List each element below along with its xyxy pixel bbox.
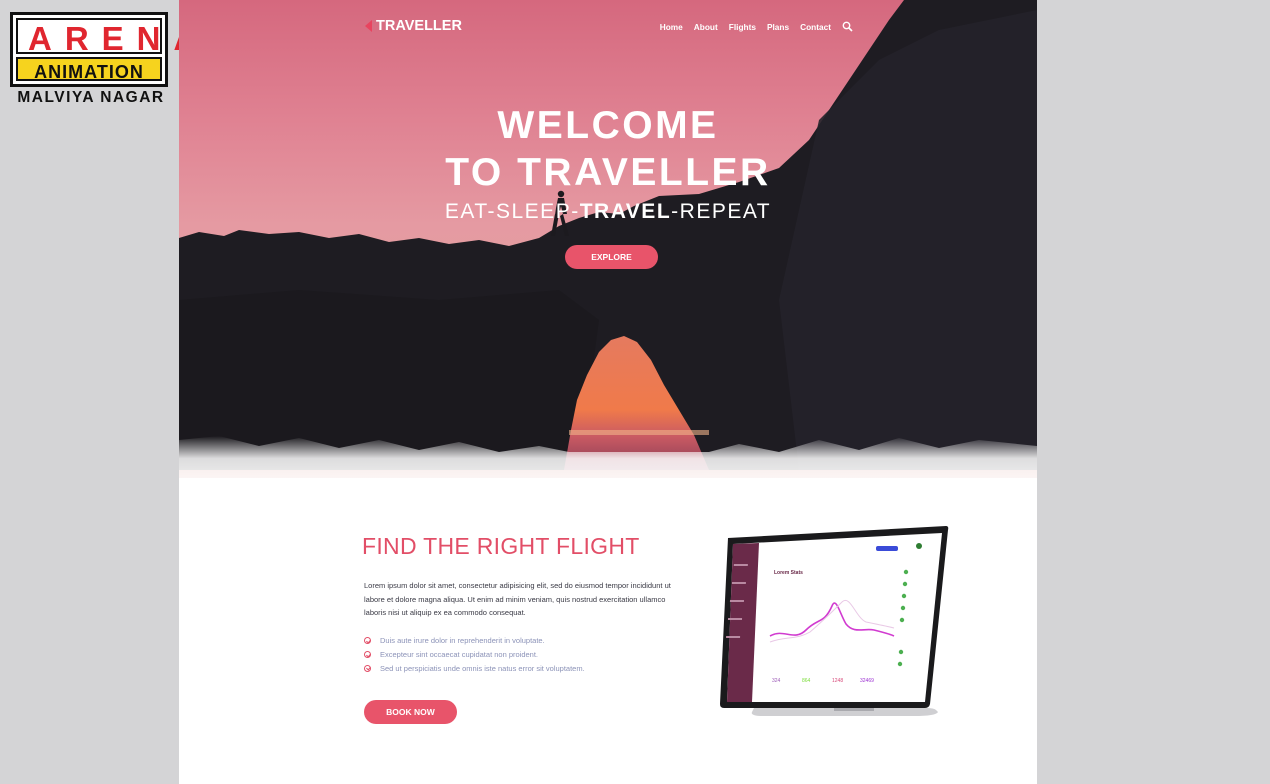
feature-text: Duis aute irure dolor in reprehenderit i… bbox=[380, 636, 545, 646]
brand-bottom-text: MALVIYA NAGAR bbox=[17, 89, 165, 106]
brand-logo: ARENA ANIMATION MALVIYA NAGAR bbox=[10, 12, 197, 107]
hero-title-line1: WELCOME bbox=[497, 104, 719, 147]
nav-menu: Home About Flights Plans Contact bbox=[660, 21, 853, 32]
site-logo[interactable]: TRAVELLER bbox=[365, 18, 462, 34]
brand-top-text: ARENA bbox=[16, 18, 197, 57]
dashboard-heading: Lorem Stats bbox=[774, 570, 803, 576]
feature-text: Excepteur sint occaecat cupidatat non pr… bbox=[380, 650, 539, 660]
hero-title-line2: TO TRAVELLER bbox=[445, 151, 771, 194]
tagline-post: -REPEAT bbox=[671, 200, 772, 223]
nav-item-home[interactable]: Home bbox=[660, 22, 683, 32]
check-circle-icon bbox=[364, 651, 371, 659]
dashboard-stat: 324 bbox=[772, 678, 781, 684]
feature-item: Duis aute irure dolor in reprehenderit i… bbox=[364, 634, 585, 648]
hero-section: TRAVELLER Home About Flights Plans Conta… bbox=[179, 0, 1037, 500]
nav-item-plans[interactable]: Plans bbox=[767, 22, 789, 32]
dashboard-stat: 1248 bbox=[832, 678, 843, 684]
laptop-mockup: Lorem Stats 324 864 1248 32469 bbox=[574, 524, 954, 729]
nav-item-contact[interactable]: Contact bbox=[800, 22, 831, 32]
dashboard-stat: 32469 bbox=[860, 678, 874, 684]
nav-item-flights[interactable]: Flights bbox=[729, 22, 756, 32]
nav-item-about[interactable]: About bbox=[694, 22, 718, 32]
feature-item: Excepteur sint occaecat cupidatat non pr… bbox=[364, 648, 585, 662]
hero-tagline: EAT-SLEEP-TRAVEL-REPEAT bbox=[179, 200, 1037, 224]
book-now-button[interactable]: BOOK NOW bbox=[364, 700, 457, 724]
tagline-bold: TRAVEL bbox=[579, 200, 672, 223]
feature-item: Sed ut perspiciatis unde omnis iste natu… bbox=[364, 661, 585, 675]
top-nav: TRAVELLER Home About Flights Plans Conta… bbox=[179, 0, 1037, 52]
logo-arrow-icon bbox=[365, 20, 372, 32]
search-icon[interactable] bbox=[842, 21, 853, 32]
feature-list: Duis aute irure dolor in reprehenderit i… bbox=[364, 634, 585, 675]
brand-box: ARENA ANIMATION bbox=[10, 12, 197, 87]
site-logo-text: TRAVELLER bbox=[376, 18, 462, 34]
tagline-pre: EAT-SLEEP- bbox=[444, 200, 580, 223]
dashboard-stat: 864 bbox=[802, 678, 811, 684]
feature-text: Sed ut perspiciatis unde omnis iste natu… bbox=[380, 663, 585, 673]
check-circle-icon bbox=[364, 664, 371, 672]
laptop-screen bbox=[727, 533, 942, 702]
brand-middle-text: ANIMATION bbox=[16, 57, 162, 82]
check-circle-icon bbox=[364, 637, 371, 645]
explore-button[interactable]: EXPLORE bbox=[565, 245, 658, 269]
landing-page: TRAVELLER Home About Flights Plans Conta… bbox=[179, 0, 1037, 784]
